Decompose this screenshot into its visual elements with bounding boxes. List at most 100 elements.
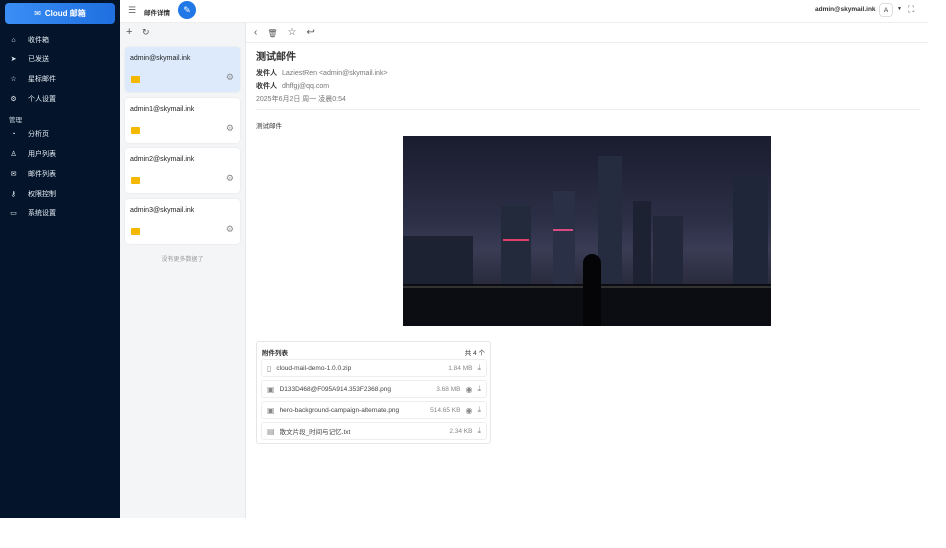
label: 系统设置	[28, 210, 56, 217]
collapse-menu-icon[interactable]: ☰	[128, 5, 136, 16]
header: ☰ 邮件详情 ✎ admin@skymail.ink A ▼ ⛶	[120, 0, 928, 23]
file-name: D133D468@F095A914.353F2368.png	[279, 385, 391, 393]
file-size: 3.68 MB	[436, 385, 461, 393]
label: 分析页	[28, 131, 49, 138]
key-icon: ⚷	[10, 191, 17, 198]
avatar[interactable]: A	[879, 3, 893, 17]
attachment-item[interactable]: ▯ cloud-mail-demo-1.0.0.zip 1.84 MB ⤓	[261, 359, 487, 377]
text-file-icon: ▤	[267, 426, 275, 436]
sidebar-item-system[interactable]: ▭ 系统设置	[0, 205, 120, 221]
gear-icon[interactable]: ⚙	[226, 123, 234, 134]
divider	[246, 42, 928, 43]
file-size: 514.65 KB	[430, 406, 461, 414]
download-icon[interactable]: ⤓	[477, 384, 481, 394]
mail-icon: ✉	[34, 9, 41, 18]
reply-icon[interactable]: ↩	[306, 27, 314, 38]
sidebar-item-permissions[interactable]: ⚷ 权限控制	[0, 186, 120, 202]
attachments-count: 共 4 个	[464, 350, 485, 357]
sidebar-item-analytics[interactable]: ◔ 分析页	[0, 126, 120, 142]
file-name: 散文片段_时间与记忆.txt	[279, 429, 351, 436]
from-value: LaziestRen <admin@skymail.ink>	[282, 70, 388, 77]
eye-icon[interactable]: ◉	[465, 385, 472, 394]
mailbox-icon	[131, 127, 140, 134]
inbox-icon: ⌂	[11, 36, 16, 44]
to-row: 收件人 dhffgj@qq.com	[256, 81, 329, 91]
file-size: 1.84 MB	[448, 364, 473, 372]
settings-icon: ⚙	[10, 96, 17, 103]
fullscreen-icon[interactable]: ⛶	[908, 4, 914, 15]
email-image[interactable]	[403, 136, 771, 326]
brand-button[interactable]: ✉ Cloud 邮箱	[5, 3, 115, 24]
sidebar-item-users[interactable]: ♙ 用户列表	[0, 146, 120, 162]
from-row: 发件人 LaziestRen <admin@skymail.ink>	[256, 68, 388, 78]
account-card[interactable]: admin@skymail.ink ⚙	[125, 47, 240, 92]
app: ✉ Cloud 邮箱 ⌂ 收件箱 ➤ 已发送 ☆ 星标邮件 ⚙ 个人设置 管理 ◔ 分析页 …	[0, 0, 928, 518]
image-file-icon: ▣	[267, 384, 275, 394]
email-detail: ‹ 🗑 ☆ ↩ 测试邮件 发件人 LaziestRen <admin@skymail.i…	[246, 23, 928, 518]
file-name: cloud-mail-demo-1.0.0.zip	[276, 364, 352, 372]
compose-button[interactable]: ✎	[178, 1, 196, 19]
account-card[interactable]: admin2@skymail.ink ⚙	[125, 148, 240, 193]
account-email: admin@skymail.ink	[130, 55, 191, 62]
label: 用户列表	[28, 151, 56, 158]
from-label: 发件人	[256, 70, 277, 77]
user-icon: ♙	[10, 151, 17, 158]
user-email: admin@skymail.ink	[815, 6, 876, 13]
star-icon: ☆	[10, 76, 17, 83]
attachment-item[interactable]: ▣ hero-background-campaign-alternate.png 5…	[261, 401, 487, 419]
gear-icon[interactable]: ⚙	[226, 72, 234, 83]
sidebar: ✉ Cloud 邮箱 ⌂ 收件箱 ➤ 已发送 ☆ 星标邮件 ⚙ 个人设置 管理 ◔ 分析页 …	[0, 0, 120, 518]
file-name: hero-background-campaign-alternate.png	[279, 406, 400, 414]
email-body: 测试邮件	[256, 123, 282, 130]
send-icon: ➤	[10, 56, 17, 63]
eye-icon[interactable]: ◉	[465, 406, 472, 415]
label: 收件箱	[28, 37, 49, 44]
page-title: 邮件详情	[144, 10, 170, 17]
mailbox-icon	[131, 228, 140, 235]
toolbar: ‹ 🗑 ☆ ↩	[254, 27, 315, 38]
brand-label: Cloud 邮箱	[44, 9, 86, 18]
gear-icon[interactable]: ⚙	[226, 173, 234, 184]
label: 权限控制	[28, 191, 56, 198]
sidebar-item-sent[interactable]: ➤ 已发送	[0, 51, 120, 67]
account-email: admin1@skymail.ink	[130, 106, 195, 113]
divider	[256, 109, 920, 110]
monitor-icon: ▭	[10, 210, 17, 217]
download-icon[interactable]: ⤓	[477, 363, 481, 373]
download-icon[interactable]: ⤓	[477, 405, 481, 415]
no-more-text: 没有更多数据了	[161, 257, 204, 263]
sidebar-item-starred[interactable]: ☆ 星标邮件	[0, 71, 120, 87]
chart-pie-icon: ◔	[11, 130, 16, 138]
account-card[interactable]: admin1@skymail.ink ⚙	[125, 98, 240, 143]
account-card[interactable]: admin3@skymail.ink ⚙	[125, 199, 240, 244]
delete-icon[interactable]: 🗑	[267, 29, 277, 38]
attachment-item[interactable]: ▣ D133D468@F095A914.353F2368.png 3.68 MB ◉ ⤓	[261, 380, 487, 398]
zip-file-icon: ▯	[267, 363, 272, 373]
mailbox-icon	[131, 177, 140, 184]
download-icon[interactable]: ⤓	[477, 426, 481, 436]
label: 星标邮件	[28, 76, 56, 83]
refresh-icon[interactable]: ↻	[142, 27, 150, 38]
account-email: admin2@skymail.ink	[130, 156, 195, 163]
image-file-icon: ▣	[267, 405, 275, 415]
to-label: 收件人	[256, 83, 277, 90]
star-icon[interactable]: ☆	[288, 27, 297, 38]
attachment-item[interactable]: ▤ 散文片段_时间与记忆.txt 2.34 KB ⤓	[261, 422, 487, 440]
caret-down-icon[interactable]: ▼	[897, 6, 902, 12]
attachment-list: 附件列表 共 4 个 ▯ cloud-mail-demo-1.0.0.zip 1.8…	[256, 341, 491, 444]
mail-list-icon: ✉	[10, 171, 17, 178]
account-email: admin3@skymail.ink	[130, 207, 195, 214]
file-size: 2.34 KB	[449, 427, 473, 435]
to-value: dhffgj@qq.com	[282, 83, 330, 90]
label: 个人设置	[28, 96, 56, 103]
add-icon[interactable]: +	[126, 26, 132, 38]
label: 已发送	[28, 56, 49, 63]
gear-icon[interactable]: ⚙	[226, 224, 234, 235]
email-date: 2025年6月2日 周一 凌晨0:54	[256, 96, 346, 103]
sidebar-item-inbox[interactable]: ⌂ 收件箱	[0, 32, 120, 48]
sidebar-item-mail-list[interactable]: ✉ 邮件列表	[0, 166, 120, 182]
mailbox-icon	[131, 76, 140, 83]
back-icon[interactable]: ‹	[254, 27, 257, 38]
account-list: + ↻ admin@skymail.ink ⚙ admin1@skymail.in…	[120, 23, 246, 518]
sidebar-item-settings[interactable]: ⚙ 个人设置	[0, 91, 120, 107]
